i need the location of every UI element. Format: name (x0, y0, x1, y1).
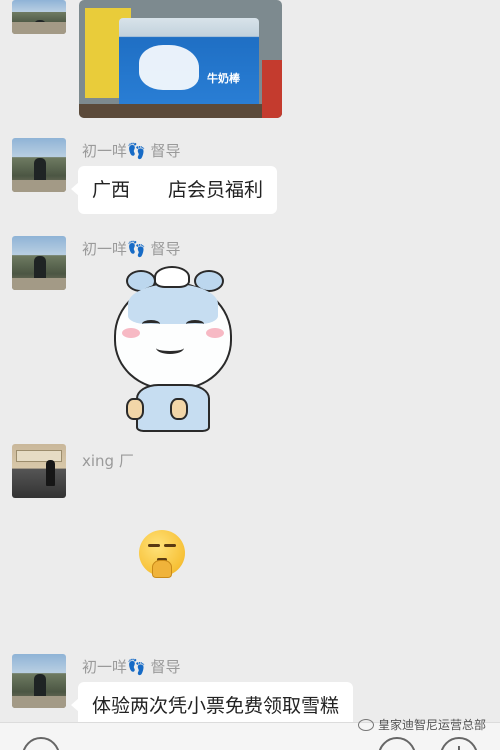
photo-brand-text: 牛奶棒 (207, 72, 240, 85)
wechat-icon (357, 718, 374, 731)
voice-button[interactable]: ◡ (22, 737, 60, 750)
pray-emoji-icon[interactable] (139, 530, 185, 578)
sender-name: 初一咩👣 督导 (82, 240, 181, 258)
add-button[interactable]: + (440, 737, 478, 750)
sender-name: xing 厂 (82, 452, 134, 470)
freezer-photo[interactable]: 牛奶棒 (79, 0, 282, 118)
watermark-text: 皇家迪智尼运营总部 (377, 718, 486, 732)
avatar[interactable] (12, 654, 66, 708)
avatar[interactable] (12, 138, 66, 192)
avatar[interactable] (12, 0, 66, 34)
smile-icon: ◡ (380, 739, 414, 750)
plus-icon: + (442, 739, 476, 750)
emoji-button[interactable]: ◡ (378, 737, 416, 750)
voice-icon: ◡ (24, 739, 58, 750)
watermark: 皇家迪智尼运营总部 (357, 716, 486, 733)
message-bubble[interactable]: 广西 店会员福利 (70, 166, 278, 214)
avatar[interactable] (12, 444, 66, 498)
sender-name: 初一咩👣 督导 (82, 142, 181, 160)
sender-name: 初一咩👣 督导 (82, 658, 181, 676)
cartoon-sticker[interactable] (108, 264, 240, 434)
avatar[interactable] (12, 236, 66, 290)
